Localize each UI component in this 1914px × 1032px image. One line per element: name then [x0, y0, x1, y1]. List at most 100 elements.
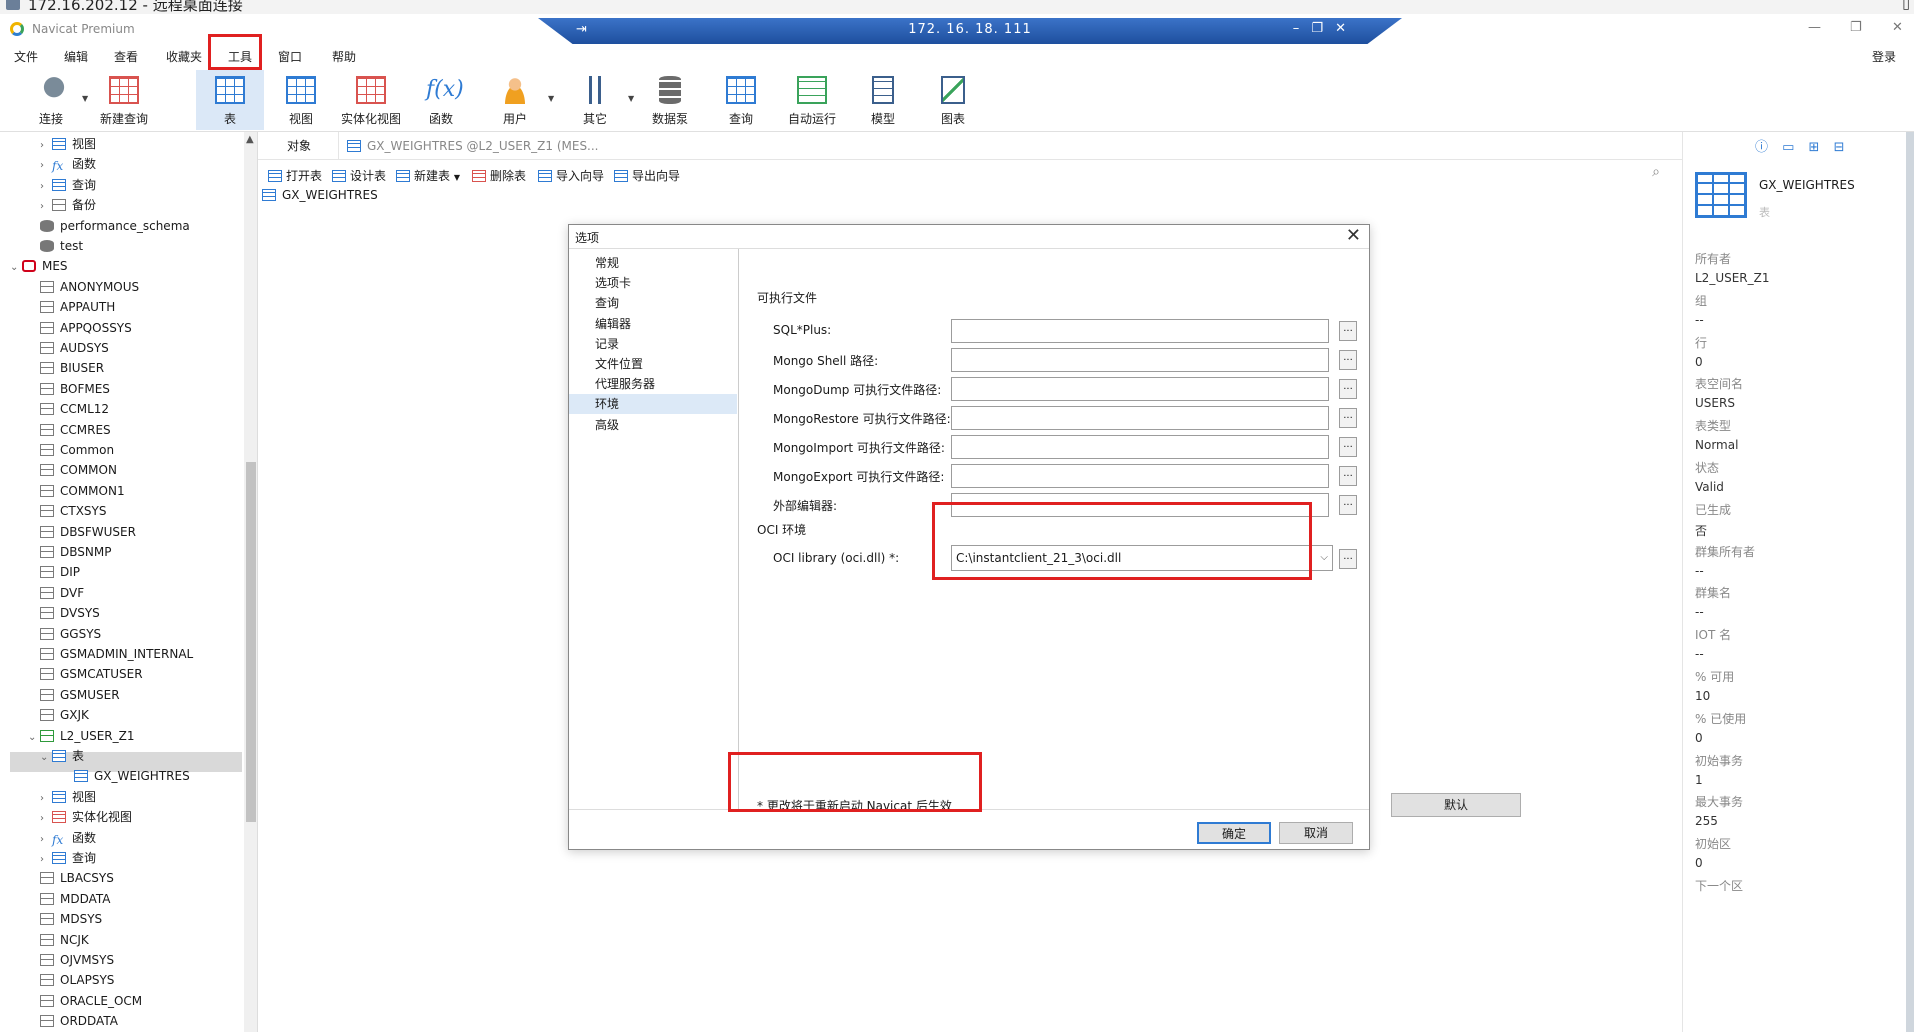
chevron-right-icon[interactable]: › — [40, 177, 52, 197]
tree-item[interactable]: MDDATA — [28, 889, 111, 909]
cancel-button[interactable]: 取消 — [1279, 822, 1353, 844]
tree-item[interactable]: CCML12 — [28, 399, 109, 419]
browse-button[interactable]: ... — [1339, 495, 1357, 515]
search-icon[interactable]: ⌕ — [1652, 164, 1660, 180]
chevron-down-icon[interactable]: ⌵ — [1320, 546, 1328, 570]
chevron-right-icon[interactable]: › — [40, 830, 52, 850]
tree-item[interactable]: ⌄ MES — [10, 256, 68, 276]
chevron-right-icon[interactable]: › — [40, 789, 52, 809]
exec-path-input[interactable] — [951, 435, 1329, 459]
tree-item[interactable]: test — [28, 236, 83, 256]
chevron-down-icon[interactable]: ⌄ — [10, 258, 22, 278]
tree-item[interactable]: DBSFWUSER — [28, 522, 136, 542]
options-nav-item[interactable]: 文件位置 — [569, 354, 737, 374]
scroll-up-icon[interactable]: ▲ — [246, 134, 254, 145]
tree-item[interactable]: COMMON — [28, 460, 117, 480]
toolbar-model-button[interactable]: 模型 — [852, 70, 914, 130]
tree-item[interactable]: DVSYS — [28, 603, 100, 623]
toolbar-materialized-view-button[interactable]: 实体化视图 — [338, 70, 404, 130]
tree-item[interactable]: ORACLE_OCM — [28, 991, 142, 1011]
tree-item[interactable]: COMMON1 — [28, 481, 125, 501]
rdp-close-icon[interactable]: ▯ — [1902, 0, 1910, 12]
toolbar-connect-button[interactable]: 连接 — [20, 70, 82, 130]
options-nav-item[interactable]: 代理服务器 — [569, 374, 737, 394]
tree-item[interactable]: ⌄ L2_USER_Z1 — [28, 726, 135, 746]
exec-path-input[interactable] — [951, 464, 1329, 488]
tree-item[interactable]: › fx 函数 — [40, 154, 96, 174]
toolbar-new-query-button[interactable]: 新建查询 — [96, 70, 152, 130]
login-link[interactable]: 登录 — [1872, 48, 1896, 65]
menu-favorites[interactable]: 收藏夹 — [166, 48, 202, 65]
options-nav-item[interactable]: 常规 — [569, 253, 737, 273]
options-nav-item[interactable]: 编辑器 — [569, 314, 737, 334]
toolbar-data-pump-button[interactable]: 数据泵 — [640, 70, 700, 130]
options-nav-item[interactable]: 记录 — [569, 334, 737, 354]
tree-item[interactable]: AUDSYS — [28, 338, 109, 358]
options-nav-item[interactable]: 查询 — [569, 293, 737, 313]
exec-path-input[interactable] — [951, 348, 1329, 372]
export-wizard-button[interactable]: 导出向导 — [614, 167, 680, 184]
new-table-button[interactable]: 新建表 ▼ — [396, 167, 460, 184]
tree-item[interactable]: APPQOSSYS — [28, 318, 132, 338]
tree-item[interactable]: LBACSYS — [28, 868, 114, 888]
menu-view[interactable]: 查看 — [114, 48, 138, 65]
chevron-right-icon[interactable]: › — [40, 850, 52, 870]
remote-window-controls[interactable]: – ❐ ✕ — [1293, 21, 1346, 36]
ok-button[interactable]: 确定 — [1197, 822, 1271, 844]
tree-item[interactable]: › 实体化视图 — [40, 807, 132, 827]
menu-edit[interactable]: 编辑 — [64, 48, 88, 65]
object-list-item[interactable]: GX_WEIGHTRES — [262, 188, 378, 202]
open-table-button[interactable]: 打开表 — [268, 167, 322, 184]
tree-item[interactable]: BIUSER — [28, 358, 104, 378]
default-button[interactable]: 默认 — [1391, 793, 1521, 817]
close-icon[interactable]: ✕ — [1892, 20, 1903, 35]
minimize-icon[interactable]: — — [1808, 20, 1821, 35]
exec-path-input[interactable] — [951, 377, 1329, 401]
restore-icon[interactable]: ❐ — [1850, 20, 1862, 35]
tab-objects[interactable]: 对象 — [268, 132, 330, 160]
browse-button[interactable]: ... — [1339, 379, 1357, 399]
tree-item[interactable]: DIP — [28, 562, 80, 582]
toolbar-table-button[interactable]: 表 — [196, 70, 264, 130]
tree-item[interactable]: GX_WEIGHTRES — [62, 766, 190, 786]
other-dropdown-icon[interactable]: ▼ — [628, 94, 634, 103]
tree-item[interactable]: › 视图 — [40, 787, 96, 807]
tree-item[interactable]: › 查询 — [40, 175, 96, 195]
chevron-down-icon[interactable]: ⌄ — [40, 748, 52, 768]
user-dropdown-icon[interactable]: ▼ — [548, 94, 554, 103]
toolbar-user-button[interactable]: 用户 — [484, 70, 546, 130]
tree-item[interactable]: › 备份 — [40, 195, 96, 215]
tree-scrollbar[interactable]: ▲ — [244, 132, 257, 1032]
tree-item[interactable]: DBSNMP — [28, 542, 111, 562]
tree-item[interactable]: GXJK — [28, 705, 89, 725]
options-nav-item[interactable]: 环境 — [569, 394, 737, 415]
scroll-thumb[interactable] — [246, 462, 256, 822]
tree-item[interactable]: ⌄ 表 — [40, 746, 84, 766]
tree-item[interactable]: BOFMES — [28, 379, 110, 399]
tab-table-document[interactable]: GX_WEIGHTRES @L2_USER_Z1 (MES... — [338, 132, 1678, 160]
browse-button[interactable]: ... — [1339, 350, 1357, 370]
tree-item[interactable]: GSMUSER — [28, 685, 120, 705]
menu-window[interactable]: 窗口 — [278, 48, 302, 65]
tree-item[interactable]: performance_schema — [28, 216, 190, 236]
toolbar-view-button[interactable]: 视图 — [270, 70, 332, 130]
tree-item[interactable]: › 查询 — [40, 848, 96, 868]
connect-dropdown-icon[interactable]: ▼ — [82, 94, 88, 103]
tree-item[interactable]: OLAPSYS — [28, 970, 114, 990]
browse-button[interactable]: ... — [1339, 466, 1357, 486]
tree-item[interactable]: ANONYMOUS — [28, 277, 139, 297]
tree-item[interactable]: GSMADMIN_INTERNAL — [28, 644, 193, 664]
chevron-right-icon[interactable]: › — [40, 136, 52, 156]
options-nav-item[interactable]: 选项卡 — [569, 273, 737, 293]
toolbar-function-button[interactable]: f(x) 函数 — [410, 70, 472, 130]
tree-item[interactable]: › 视图 — [40, 134, 96, 154]
browse-button[interactable]: ... — [1339, 408, 1357, 428]
options-nav-item[interactable]: 高级 — [569, 415, 737, 435]
toolbar-chart-button[interactable]: 图表 — [922, 70, 984, 130]
tree-item[interactable]: GGSYS — [28, 624, 101, 644]
tree-item[interactable]: Common — [28, 440, 114, 460]
import-wizard-button[interactable]: 导入向导 — [538, 167, 604, 184]
tree-item[interactable]: › fx 函数 — [40, 828, 96, 848]
menu-help[interactable]: 帮助 — [332, 48, 356, 65]
new-table-dropdown-icon[interactable]: ▼ — [454, 173, 460, 182]
